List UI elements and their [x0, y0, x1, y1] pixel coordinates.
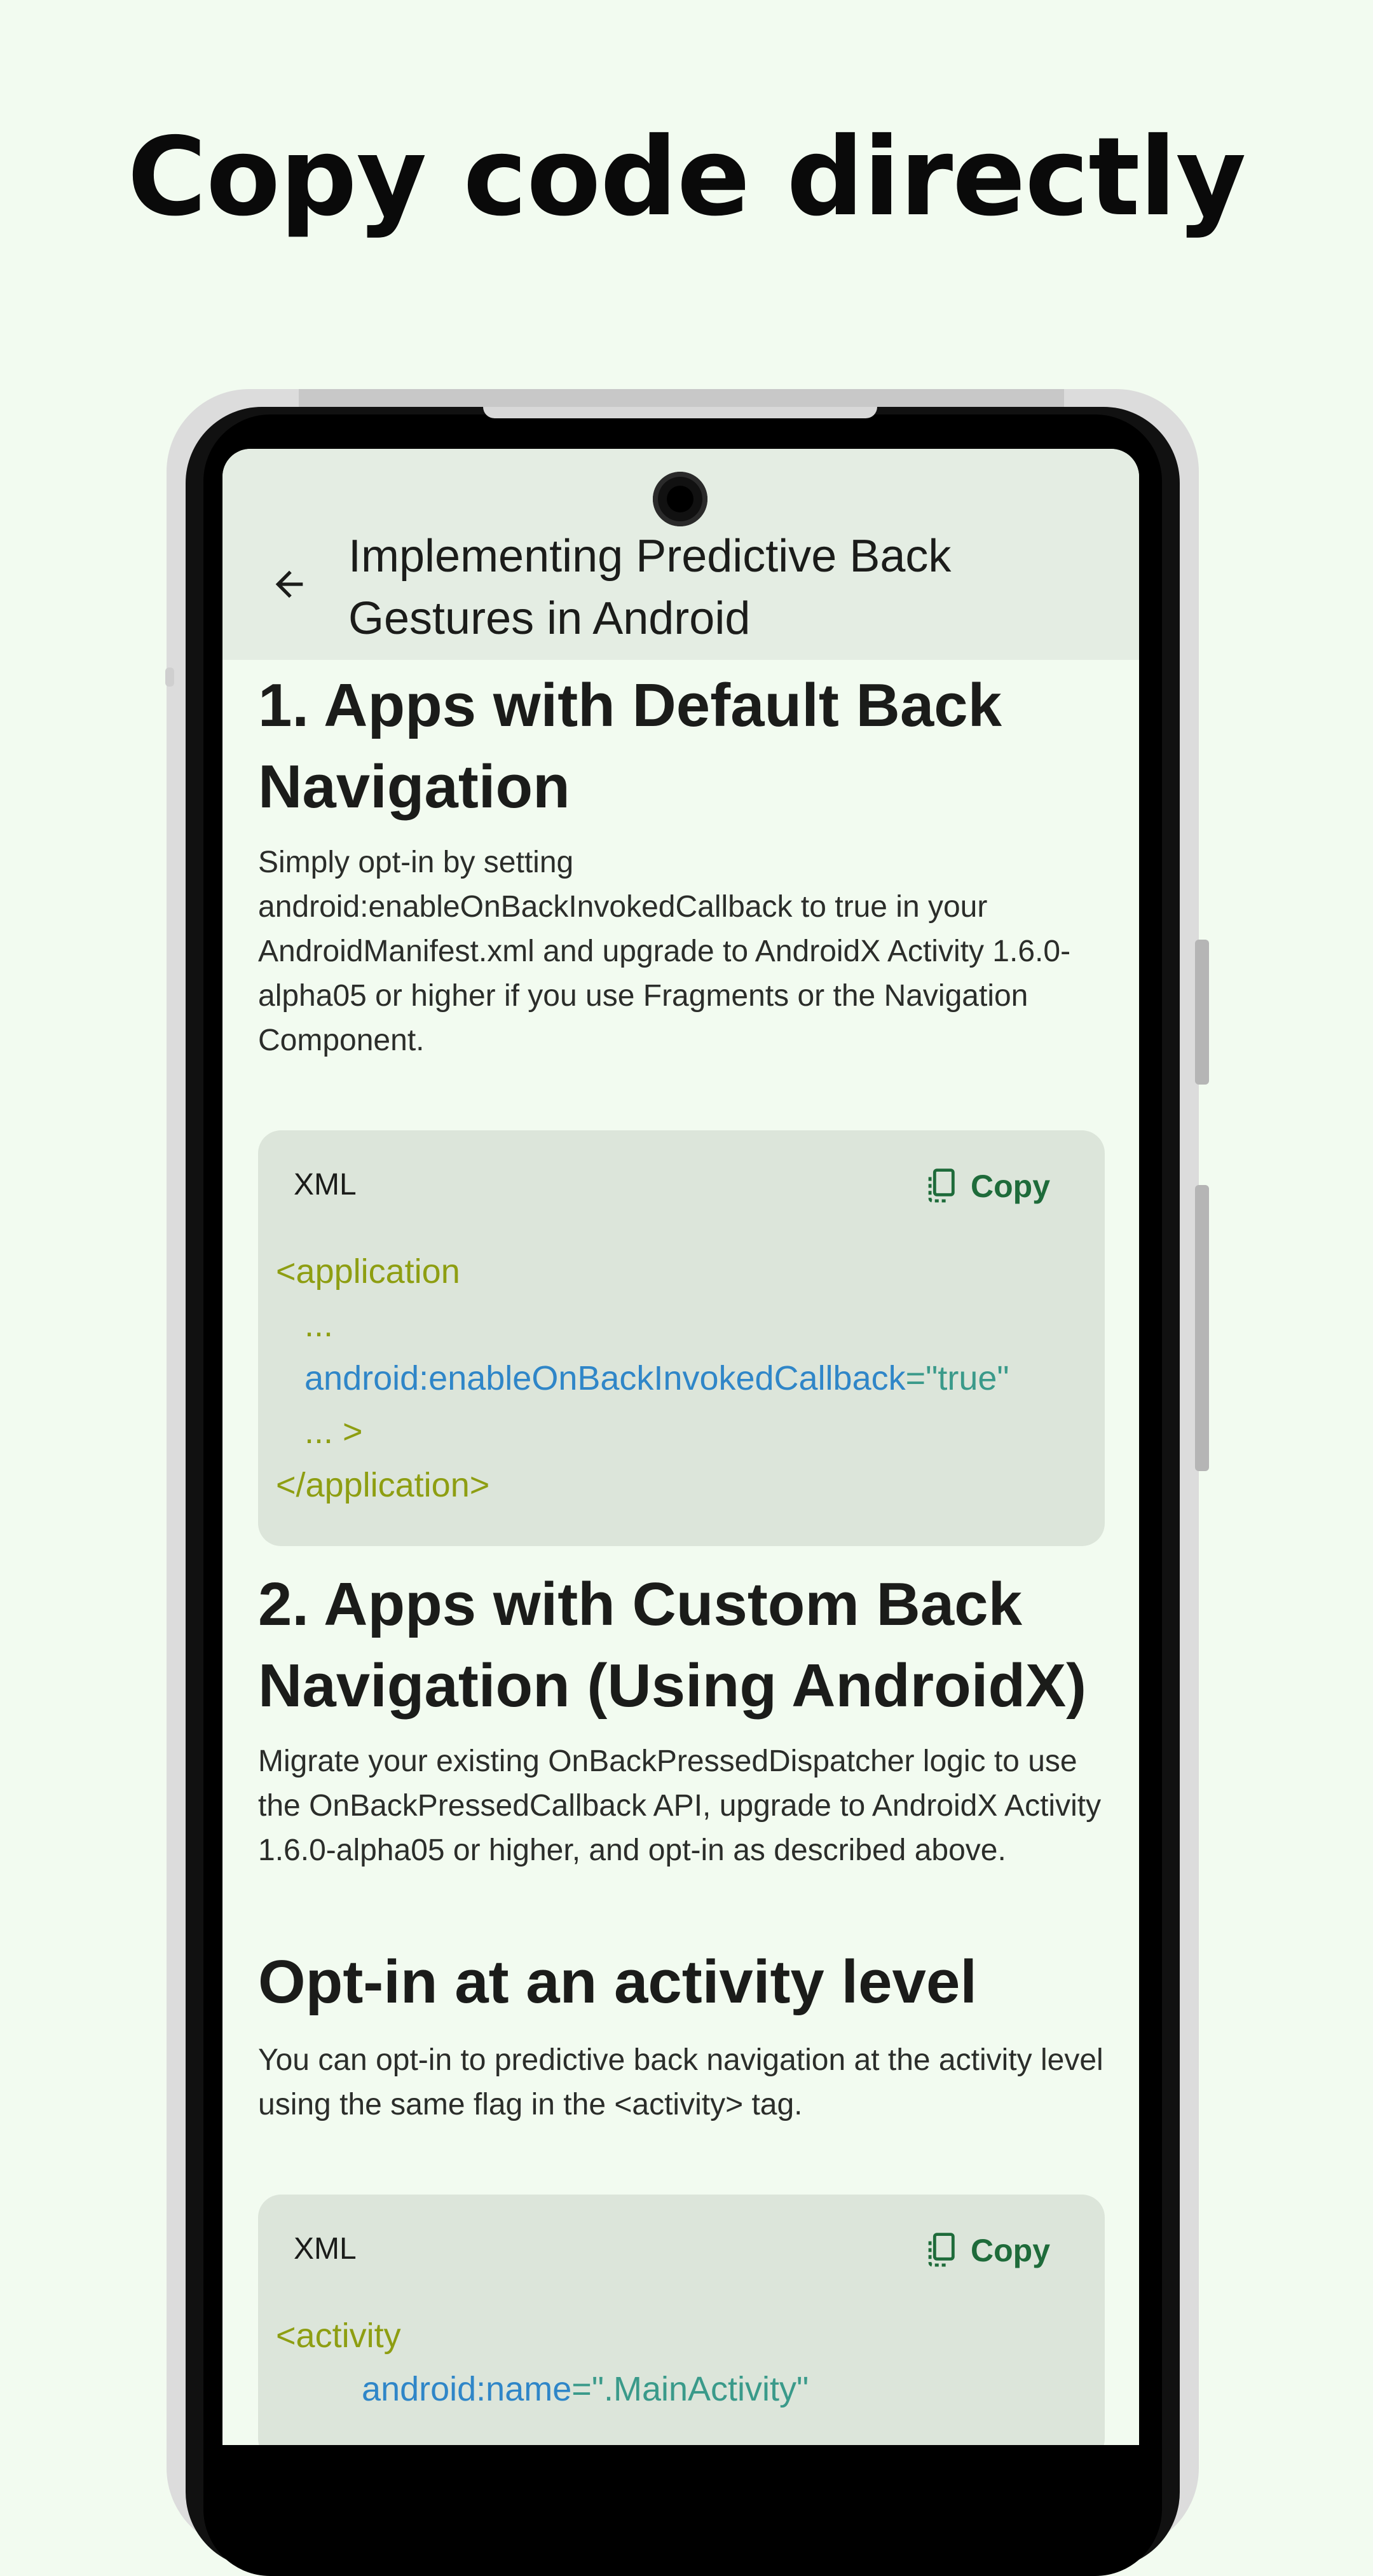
copy-icon — [928, 1168, 955, 1203]
volume-button — [1195, 940, 1209, 1085]
code-line: ... — [304, 1306, 334, 1344]
copy-button[interactable]: Copy — [925, 1161, 1050, 1212]
front-camera — [653, 472, 707, 526]
section-heading-1: 1. Apps with Default Back Navigation — [258, 671, 1002, 821]
phone-screen: Implementing Predictive Back Gestures in… — [222, 449, 1139, 2445]
code-attribute: android:enableOnBackInvokedCallback — [304, 1359, 906, 1397]
code-line: <application — [276, 1252, 460, 1291]
code-block-2: XML Copy <activity android:name=".MainAc… — [258, 2195, 1105, 2445]
section-heading-2: 2. Apps with Custom Back Navigation (Usi… — [258, 1570, 1087, 1720]
code-language-label: XML — [294, 2232, 357, 2266]
section-body-1: Simply opt-in by setting android:enableO… — [258, 846, 1071, 1057]
copy-label: Copy — [971, 1168, 1050, 1204]
frame-notch-left — [165, 668, 174, 687]
copy-button[interactable]: Copy — [925, 2225, 1050, 2276]
back-button[interactable] — [261, 556, 318, 613]
copy-icon — [928, 2233, 955, 2267]
code-text: <activity android:name=".MainActivity" — [276, 2309, 809, 2416]
code-string: ".MainActivity" — [591, 2370, 809, 2408]
code-language-label: XML — [294, 1168, 357, 1202]
promo-headline: Copy code directly — [127, 114, 1246, 240]
code-attribute: android:name — [362, 2370, 572, 2408]
code-line: <activity — [276, 2317, 401, 2355]
code-text: <application ... android:enableOnBackInv… — [276, 1245, 1009, 1512]
code-string: "true" — [926, 1359, 1009, 1397]
code-equals: = — [905, 1359, 926, 1397]
code-block-1: XML Copy <application ... android:enable… — [258, 1130, 1105, 1546]
section-body-2: Migrate your existing OnBackPressedDispa… — [258, 1744, 1102, 1867]
code-line: ... > — [304, 1413, 363, 1451]
power-button — [1195, 1185, 1209, 1471]
page-title: Implementing Predictive Back Gestures in… — [348, 531, 952, 644]
copy-label: Copy — [971, 2233, 1050, 2268]
section-heading-3: Opt-in at an activity level — [258, 1948, 977, 2016]
article-content: 1. Apps with Default Back Navigation Sim… — [258, 665, 1105, 2445]
arrow-back-icon — [275, 570, 303, 598]
code-line: </application> — [276, 1466, 490, 1504]
earpiece-bar — [483, 407, 877, 418]
section-body-3: You can opt-in to predictive back naviga… — [258, 2043, 1103, 2121]
code-equals: = — [571, 2370, 592, 2408]
